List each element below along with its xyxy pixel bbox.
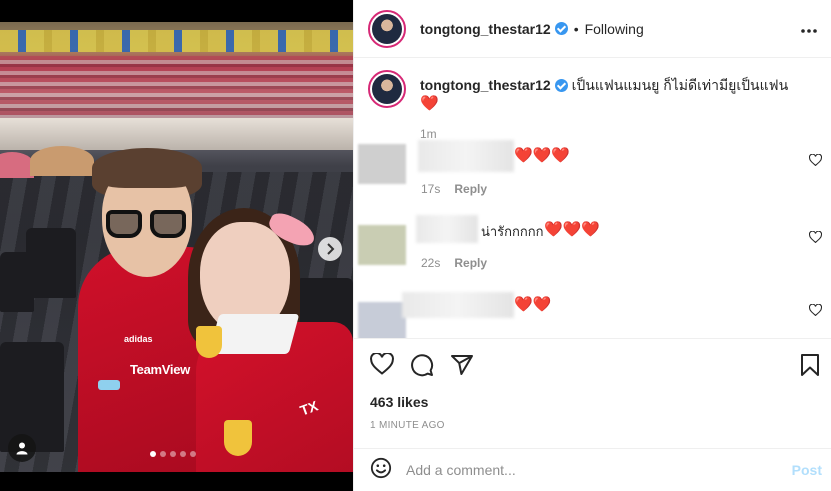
comments-list[interactable]: tongtong_thestar12 เป็นแฟนแมนยู ก็ไม่ดีเ… bbox=[354, 58, 831, 338]
jersey-collar bbox=[208, 314, 300, 354]
user-tag-icon[interactable] bbox=[8, 434, 36, 462]
comment-icon[interactable] bbox=[410, 353, 434, 382]
header-separator: • bbox=[573, 20, 579, 37]
caption-age: 1m bbox=[420, 127, 437, 141]
bookmark-icon[interactable] bbox=[800, 353, 820, 382]
post-actions: 463 likes 1 MINUTE AGO bbox=[354, 338, 831, 448]
post-header: tongtong_thestar12 • Following bbox=[354, 0, 831, 58]
sponsor-text: TeamView bbox=[130, 362, 190, 377]
verified-badge-icon bbox=[554, 79, 568, 92]
comment-composer: Post bbox=[354, 448, 831, 491]
commenter-avatar[interactable] bbox=[358, 225, 406, 265]
comment-age: 17s bbox=[421, 182, 441, 196]
username-link[interactable]: tongtong_thestar12 bbox=[420, 21, 551, 37]
carousel-dot bbox=[150, 451, 156, 457]
more-horizontal-icon[interactable] bbox=[800, 18, 818, 39]
post-caption: tongtong_thestar12 เป็นแฟนแมนยู ก็ไม่ดีเ… bbox=[368, 70, 810, 141]
stadium-chair bbox=[26, 228, 76, 298]
verified-badge-icon bbox=[554, 22, 568, 35]
comment-age: 22s bbox=[421, 256, 441, 270]
commenter-avatar[interactable] bbox=[358, 144, 406, 184]
club-crest bbox=[196, 326, 222, 358]
post-media[interactable]: adidas TeamView TX bbox=[0, 0, 353, 491]
commenter-avatar[interactable] bbox=[358, 302, 406, 338]
emoji-icon[interactable] bbox=[370, 457, 392, 484]
wristband bbox=[98, 380, 120, 390]
comment-emoji: ❤️❤️❤️ bbox=[544, 221, 601, 238]
reply-button[interactable]: Reply bbox=[454, 182, 487, 196]
post-comment-button[interactable]: Post bbox=[792, 462, 822, 478]
carousel-dot bbox=[170, 451, 176, 457]
carousel-dot bbox=[160, 451, 166, 457]
carousel-dot bbox=[180, 451, 186, 457]
umbrella-tan bbox=[30, 146, 94, 176]
heart-outline-icon[interactable] bbox=[370, 352, 394, 382]
stadium-chair bbox=[0, 342, 64, 452]
man-hair-top bbox=[92, 148, 202, 188]
stadium-pitch bbox=[0, 118, 353, 150]
chevron-right-icon[interactable] bbox=[318, 237, 342, 261]
post-panel: tongtong_thestar12 • Following tongtong_… bbox=[353, 0, 831, 491]
commenter-name-blurred[interactable] bbox=[418, 140, 514, 172]
comment-item: น่ารักกกกก ❤️❤️❤️ 22s Reply bbox=[354, 215, 831, 275]
comment-emoji: ❤️❤️ bbox=[514, 296, 552, 313]
comment-input[interactable] bbox=[406, 462, 766, 478]
stadium-banner bbox=[0, 30, 353, 52]
comment-item: ❤️❤️❤️ 17s Reply bbox=[354, 140, 831, 200]
comment-text: ❤️❤️❤️ bbox=[514, 147, 571, 164]
caption-username[interactable]: tongtong_thestar12 bbox=[420, 77, 551, 93]
caption-text: เป็นแฟนแมนยู ก็ไม่ดีเท่ามียูเป็นแฟน bbox=[571, 77, 789, 93]
sunglasses bbox=[106, 210, 190, 240]
club-crest bbox=[224, 420, 252, 456]
kit-brand-text: adidas bbox=[124, 334, 153, 344]
umbrella-pink bbox=[0, 152, 34, 178]
commenter-name-blurred[interactable] bbox=[402, 292, 514, 318]
commenter-name-blurred[interactable] bbox=[416, 215, 478, 243]
comment-text: น่ารักกกกก bbox=[481, 224, 544, 239]
comment-meta: 22s Reply bbox=[421, 256, 487, 270]
likes-count[interactable]: 463 likes bbox=[370, 394, 428, 410]
share-icon[interactable] bbox=[450, 353, 474, 382]
avatar[interactable] bbox=[368, 70, 406, 108]
comment-item: ❤️❤️ bbox=[354, 292, 831, 338]
comment-meta: 17s Reply bbox=[421, 182, 487, 196]
comment-like-icon[interactable] bbox=[808, 153, 823, 169]
reply-button[interactable]: Reply bbox=[454, 256, 487, 270]
avatar[interactable] bbox=[368, 9, 406, 48]
post-photo[interactable]: adidas TeamView TX bbox=[0, 22, 353, 472]
caption-emoji: ❤️ bbox=[420, 95, 439, 112]
comment-like-icon[interactable] bbox=[808, 303, 823, 319]
carousel-dot bbox=[190, 451, 196, 457]
carousel-indicator bbox=[150, 451, 196, 457]
following-button[interactable]: Following bbox=[585, 21, 644, 37]
comment-like-icon[interactable] bbox=[808, 230, 823, 246]
post-timestamp: 1 MINUTE AGO bbox=[370, 420, 445, 431]
